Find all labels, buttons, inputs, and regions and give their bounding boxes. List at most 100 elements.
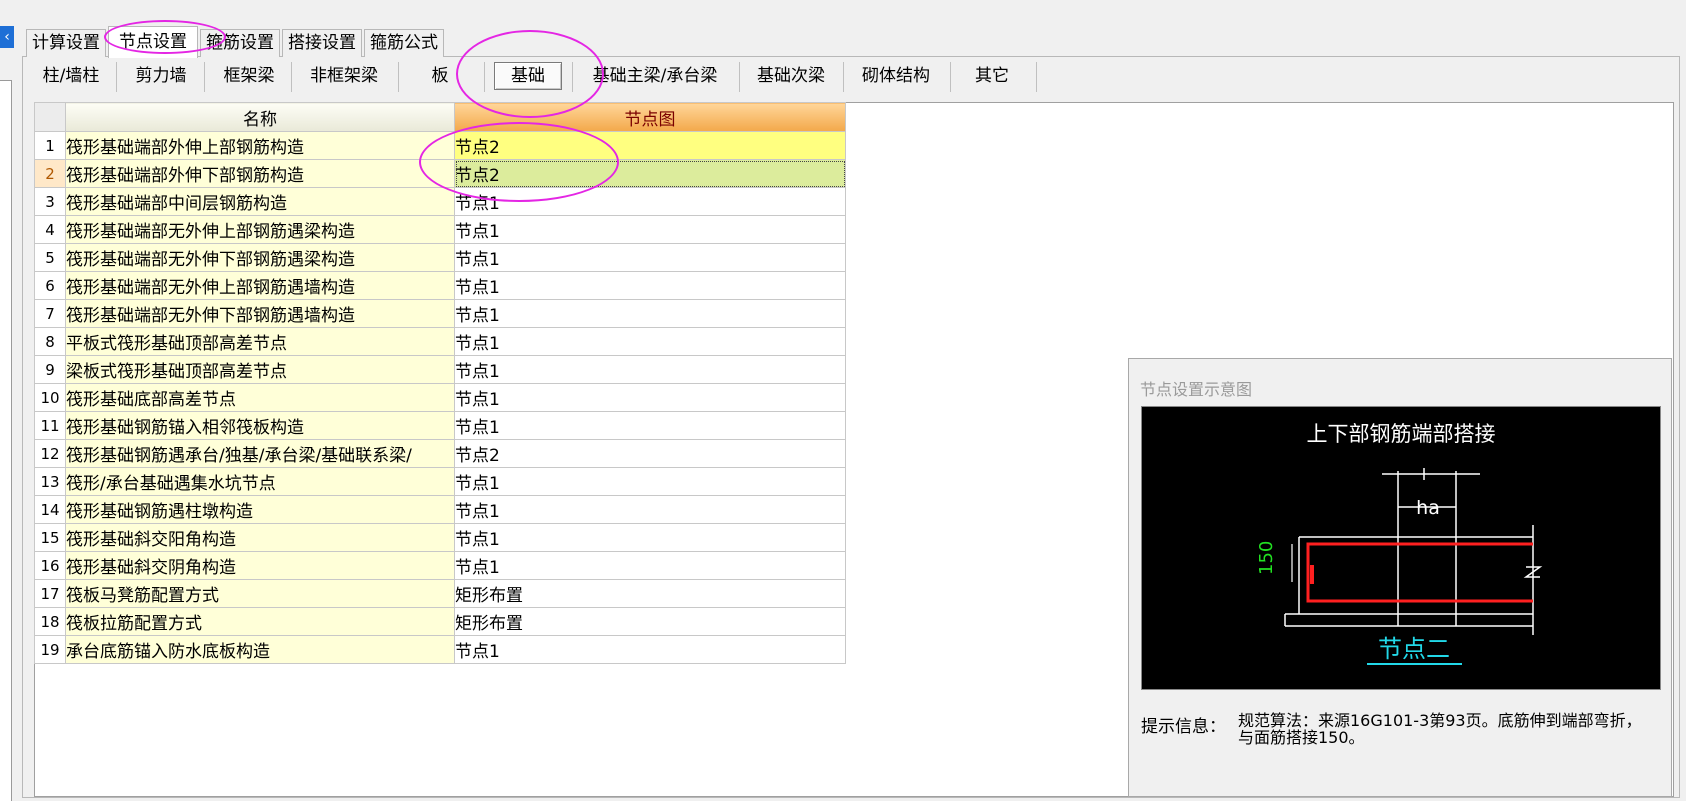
preview-title: 节点设置示意图 — [1140, 380, 1253, 399]
subtab-separator — [398, 62, 399, 92]
table-row[interactable]: 17 筏板马凳筋配置方式 矩形布置 — [34, 579, 846, 608]
node-name-cell: 筏板拉筋配置方式 — [65, 607, 455, 636]
subtab-frame-beam[interactable]: 框架梁 — [212, 62, 286, 90]
node-name-cell: 筏形基础端部无外伸下部钢筋遇梁构造 — [65, 243, 455, 272]
row-number: 9 — [34, 355, 66, 384]
node-name-cell: 筏形基础端部外伸下部钢筋构造 — [65, 159, 455, 188]
table-row[interactable]: 3 筏形基础端部中间层钢筋构造 节点1 — [34, 187, 846, 216]
node-name-cell: 筏形/承台基础遇集水坑节点 — [65, 467, 455, 496]
table-row[interactable]: 8 平板式筏形基础顶部高差节点 节点1 — [34, 327, 846, 356]
node-value-cell[interactable]: 节点1 — [454, 271, 846, 300]
node-value-cell[interactable]: 节点1 — [454, 467, 846, 496]
subtab-non-frame-beam[interactable]: 非框架梁 — [298, 62, 390, 90]
annotation-circle-node-cells — [419, 122, 619, 202]
rebar-lap-path — [1306, 542, 1533, 603]
table-row[interactable]: 10 筏形基础底部高差节点 节点1 — [34, 383, 846, 412]
row-number: 18 — [34, 607, 66, 636]
node-value-cell[interactable]: 矩形布置 — [454, 579, 846, 608]
node-value-cell[interactable]: 节点2 — [454, 439, 846, 468]
table-row[interactable]: 12 筏形基础钢筋遇承台/独基/承台梁/基础联系梁/节点2 — [34, 439, 846, 468]
node-caption: 节点二 — [1378, 635, 1450, 663]
node-name-cell: 筏形基础钢筋遇柱墩构造 — [65, 495, 455, 524]
subtab-foundation-secondary-beam[interactable]: 基础次梁 — [748, 62, 834, 90]
node-name-cell: 筏板马凳筋配置方式 — [65, 579, 455, 608]
node-name-cell: 筏形基础端部无外伸上部钢筋遇墙构造 — [65, 271, 455, 300]
row-number: 13 — [34, 467, 66, 496]
table-row[interactable]: 11 筏形基础钢筋锚入相邻筏板构造 节点1 — [34, 411, 846, 440]
node-name-cell: 筏形基础钢筋遇承台/独基/承台梁/基础联系梁/ — [65, 439, 455, 468]
row-number: 10 — [34, 383, 66, 412]
table-row[interactable]: 9 梁板式筏形基础顶部高差节点 节点1 — [34, 355, 846, 384]
annotation-circle-node-tab — [104, 20, 226, 54]
node-value-cell[interactable]: 节点1 — [454, 299, 846, 328]
node-name-cell: 梁板式筏形基础顶部高差节点 — [65, 355, 455, 384]
row-number: 14 — [34, 495, 66, 524]
table-row[interactable]: 5 筏形基础端部无外伸下部钢筋遇梁构造 节点1 — [34, 243, 846, 272]
table-row[interactable]: 19 承台底筋锚入防水底板构造 节点1 — [34, 635, 846, 664]
row-number: 6 — [34, 271, 66, 300]
subtab-separator — [204, 62, 205, 92]
table-row[interactable]: 15 筏形基础斜交阳角构造 节点1 — [34, 523, 846, 552]
subtab-separator — [950, 62, 951, 92]
row-number: 17 — [34, 579, 66, 608]
node-name-cell: 承台底筋锚入防水底板构造 — [65, 635, 455, 664]
node-name-cell: 筏形基础斜交阴角构造 — [65, 551, 455, 580]
subtab-column[interactable]: 柱/墙柱 — [34, 62, 108, 90]
row-number: 15 — [34, 523, 66, 552]
dim-150-label: 150 — [1256, 541, 1277, 575]
subtab-masonry[interactable]: 砌体结构 — [852, 62, 940, 90]
node-value-cell[interactable]: 矩形布置 — [454, 607, 846, 636]
node-name-cell: 筏形基础端部无外伸上部钢筋遇梁构造 — [65, 215, 455, 244]
hint-label: 提示信息： — [1141, 717, 1226, 737]
chevron-left-icon: ‹ — [4, 29, 10, 45]
row-number: 12 — [34, 439, 66, 468]
row-number: 2 — [34, 159, 66, 188]
row-number: 7 — [34, 299, 66, 328]
subtab-other[interactable]: 其它 — [960, 62, 1024, 90]
tab-lap-settings[interactable]: 搭接设置 — [282, 29, 362, 57]
tab-calc-settings[interactable]: 计算设置 — [26, 29, 106, 57]
table-row[interactable]: 7 筏形基础端部无外伸下部钢筋遇墙构造 节点1 — [34, 299, 846, 328]
row-number: 8 — [34, 327, 66, 356]
node-name-cell: 筏形基础底部高差节点 — [65, 383, 455, 412]
diagram-title: 上下部钢筋端部搭接 — [1307, 422, 1496, 446]
node-value-cell[interactable]: 节点1 — [454, 635, 846, 664]
node-value-cell[interactable]: 节点1 — [454, 551, 846, 580]
table-row[interactable]: 6 筏形基础端部无外伸上部钢筋遇墙构造 节点1 — [34, 271, 846, 300]
row-number: 4 — [34, 215, 66, 244]
collapse-left-button[interactable]: ‹ — [0, 26, 14, 48]
table-row[interactable]: 13 筏形/承台基础遇集水坑节点 节点1 — [34, 467, 846, 496]
row-number: 16 — [34, 551, 66, 580]
table-row[interactable]: 18 筏板拉筋配置方式 矩形布置 — [34, 607, 846, 636]
annotation-circle-foundation-tab — [456, 30, 604, 118]
name-column-header[interactable]: 名称 — [65, 102, 455, 132]
subtab-separator — [291, 62, 292, 92]
node-name-cell: 平板式筏形基础顶部高差节点 — [65, 327, 455, 356]
subtab-slab[interactable]: 板 — [420, 62, 460, 90]
subtab-separator — [1036, 62, 1037, 92]
row-number: 19 — [34, 635, 66, 664]
node-name-cell: 筏形基础斜交阳角构造 — [65, 523, 455, 552]
dim-ha-label: ha — [1416, 497, 1440, 519]
table-row[interactable]: 14 筏形基础钢筋遇柱墩构造 节点1 — [34, 495, 846, 524]
subtab-shear-wall[interactable]: 剪力墙 — [124, 62, 198, 90]
node-value-cell[interactable]: 节点1 — [454, 243, 846, 272]
row-number-header — [34, 102, 66, 132]
node-value-cell[interactable]: 节点1 — [454, 383, 846, 412]
node-value-cell[interactable]: 节点1 — [454, 523, 846, 552]
left-tree-panel — [0, 80, 12, 801]
node-name-cell: 筏形基础钢筋锚入相邻筏板构造 — [65, 411, 455, 440]
node-value-cell[interactable]: 节点1 — [454, 215, 846, 244]
node-value-cell[interactable]: 节点1 — [454, 327, 846, 356]
table-row[interactable]: 4 筏形基础端部无外伸上部钢筋遇梁构造 节点1 — [34, 215, 846, 244]
table-row[interactable]: 16 筏形基础斜交阴角构造 节点1 — [34, 551, 846, 580]
node-value-cell[interactable]: 节点1 — [454, 355, 846, 384]
subtab-separator — [739, 62, 740, 92]
node-value-cell[interactable]: 节点1 — [454, 495, 846, 524]
node-name-cell: 筏形基础端部中间层钢筋构造 — [65, 187, 455, 216]
row-number: 5 — [34, 243, 66, 272]
node-value-cell[interactable]: 节点1 — [454, 411, 846, 440]
hint-text: 规范算法：来源16G101-3第93页。底筋伸到端部弯折，与面筋搭接150。 — [1238, 711, 1642, 747]
node-name-cell: 筏形基础端部外伸上部钢筋构造 — [65, 131, 455, 160]
tab-stirrup-formula[interactable]: 箍筋公式 — [364, 29, 444, 57]
